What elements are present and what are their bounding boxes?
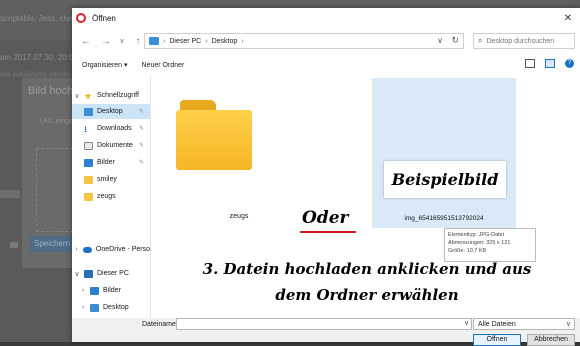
chevron-right-icon: › (163, 37, 166, 45)
download-icon: ⭳ (84, 123, 88, 134)
pin-icon: ✎ (138, 160, 144, 166)
filetype-value: Alle Dateien (478, 321, 516, 328)
open-file-dialog: Öffnen ✕ ← → ∨ ↑ › Dieser PC › Desktop ›… (72, 8, 580, 346)
pin-icon: ✎ (138, 143, 144, 149)
tooltip-size: Größe: 10,7 KB (448, 248, 487, 254)
pin-icon: ✎ (138, 126, 144, 132)
chevron-right-icon[interactable]: › (78, 304, 88, 311)
sidebar-item-label: Bilder (97, 159, 115, 166)
sidebar-item-this-pc[interactable]: ∨ Dieser PC (72, 266, 150, 281)
sidebar-item-label: Dieser PC (97, 270, 129, 277)
new-folder-button[interactable]: Neuer Ordner (142, 62, 185, 69)
navigation-pane: ∨ ★ Schnellzugriff Desktop ✎ ⭳ Downloads… (72, 76, 151, 320)
sidebar-item-label: smiley (97, 176, 117, 183)
forward-arrow-icon[interactable]: → (98, 33, 114, 49)
background-text: am 2017.07.30, 20:55 (0, 53, 78, 62)
chevron-right-icon[interactable]: › (72, 246, 81, 253)
opera-logo-icon (76, 13, 86, 23)
pin-icon: ✎ (138, 109, 144, 115)
sidebar-item-pictures[interactable]: Bilder ✎ (72, 155, 150, 170)
background-card-title: Bild hoch (28, 85, 74, 97)
search-input[interactable]: ⌕ Desktop durchsuchen (473, 33, 575, 49)
view-options-icon[interactable] (525, 59, 535, 68)
address-dropdown-icon[interactable]: ∨ (437, 36, 443, 45)
background-send-button: Speichern (30, 236, 74, 252)
chevron-down-icon: ∨ (565, 321, 571, 328)
help-icon[interactable]: ? (565, 59, 574, 68)
sidebar-item-label: Desktop (103, 304, 129, 311)
chevron-down-icon[interactable]: ∨ (72, 270, 82, 278)
folder-icon (84, 192, 93, 201)
file-name: img_654165951513792024 (404, 215, 484, 222)
recent-locations-chevron-icon[interactable]: ∨ (114, 33, 130, 49)
filename-label: Dateiname: (142, 321, 178, 328)
chevron-right-icon[interactable]: › (78, 287, 88, 294)
sidebar-item-label: Downloads (97, 125, 132, 132)
organize-menu-button[interactable]: Organisieren ▾ (82, 61, 128, 69)
pictures-icon (90, 286, 99, 295)
sidebar-item-label: Bilder (103, 287, 121, 294)
search-icon: ⌕ (478, 36, 483, 45)
folder-icon (174, 94, 254, 170)
pc-icon (84, 269, 93, 278)
sidebar-item-smiley[interactable]: smiley (72, 172, 150, 187)
sidebar-item-quick-access[interactable]: ∨ ★ Schnellzugriff (72, 88, 150, 103)
dialog-title: Öffnen (92, 13, 116, 23)
background-url-label: URL einge (40, 118, 73, 125)
filename-input[interactable] (176, 318, 472, 330)
sidebar-item-pc-desktop[interactable]: › Desktop (72, 300, 150, 315)
file-name: zeugs (229, 213, 249, 220)
sidebar-item-onedrive[interactable]: › OneDrive - Perso (72, 242, 150, 257)
chevron-down-icon[interactable]: ∨ (72, 92, 82, 100)
folder-icon (84, 175, 93, 184)
sidebar-item-downloads[interactable]: ⭳ Downloads ✎ (72, 121, 150, 136)
sidebar-item-zeugs[interactable]: zeugs (72, 189, 150, 204)
chevron-right-icon: › (205, 37, 208, 45)
instruction-text: dem Ordner erwählen (275, 286, 459, 304)
sidebar-item-label: Schnellzugriff (97, 92, 139, 99)
close-button[interactable]: ✕ (558, 11, 578, 25)
navigation-bar: ← → ∨ ↑ › Dieser PC › Desktop › ∨ ↻ ⌕ De… (72, 28, 580, 54)
desktop-icon (90, 303, 99, 312)
dialog-footer: Dateiname: ∨ Alle Dateien ∨ Öffnen Abbre… (72, 318, 580, 346)
pictures-icon (84, 158, 93, 167)
cloud-icon (82, 246, 92, 253)
back-arrow-icon[interactable]: ← (78, 33, 94, 49)
underline-decoration (300, 231, 356, 233)
file-tooltip: Elementtyp: JPG-Datei Abmessungen: 325 x… (444, 228, 536, 262)
image-thumbnail: Beispielbild (384, 161, 506, 198)
breadcrumb-this-pc[interactable]: Dieser PC (169, 38, 201, 45)
cancel-button[interactable]: Abbrechen (527, 334, 575, 346)
sidebar-item-desktop[interactable]: Desktop ✎ (72, 104, 150, 119)
sidebar-item-label: OneDrive - Perso (95, 246, 150, 253)
command-toolbar: Organisieren ▾ Neuer Ordner ? (72, 56, 580, 74)
pc-icon (149, 37, 159, 45)
background-block (0, 190, 20, 198)
refresh-icon[interactable]: ↻ (451, 35, 459, 46)
star-icon: ★ (84, 90, 93, 101)
file-list: zeugs Beispielbild img_65416595151379202… (154, 76, 580, 320)
address-bar[interactable]: › Dieser PC › Desktop › ∨ ↻ (144, 33, 464, 49)
oder-text: Oder (302, 208, 349, 228)
sidebar-item-label: zeugs (97, 193, 116, 200)
chevron-right-icon: › (241, 37, 244, 45)
sidebar-item-label: Dokumente (97, 142, 133, 149)
filetype-select[interactable]: Alle Dateien ∨ (473, 318, 575, 330)
desktop-icon (84, 107, 93, 116)
background-image-icon (10, 242, 18, 248)
breadcrumb-desktop[interactable]: Desktop (212, 38, 238, 45)
instruction-text: 3. Datein hochladen anklicken und aus (202, 260, 532, 278)
documents-icon (84, 141, 93, 150)
sidebar-item-pc-pictures[interactable]: › Bilder (72, 283, 150, 298)
sidebar-item-label: Desktop (97, 108, 123, 115)
tooltip-dimensions: Abmessungen: 325 x 121 (448, 240, 511, 246)
background-text: scriptable, Jess, chen (0, 14, 77, 23)
file-item-image[interactable]: Beispielbild img_654165951513792024 (372, 78, 516, 228)
preview-pane-icon[interactable] (545, 59, 555, 68)
tooltip-type: Elementtyp: JPG-Datei (448, 232, 504, 238)
dialog-titlebar: Öffnen ✕ (72, 8, 580, 28)
open-button[interactable]: Öffnen (473, 334, 521, 346)
search-placeholder: Desktop durchsuchen (486, 37, 555, 45)
sidebar-item-documents[interactable]: Dokumente ✎ (72, 138, 150, 153)
